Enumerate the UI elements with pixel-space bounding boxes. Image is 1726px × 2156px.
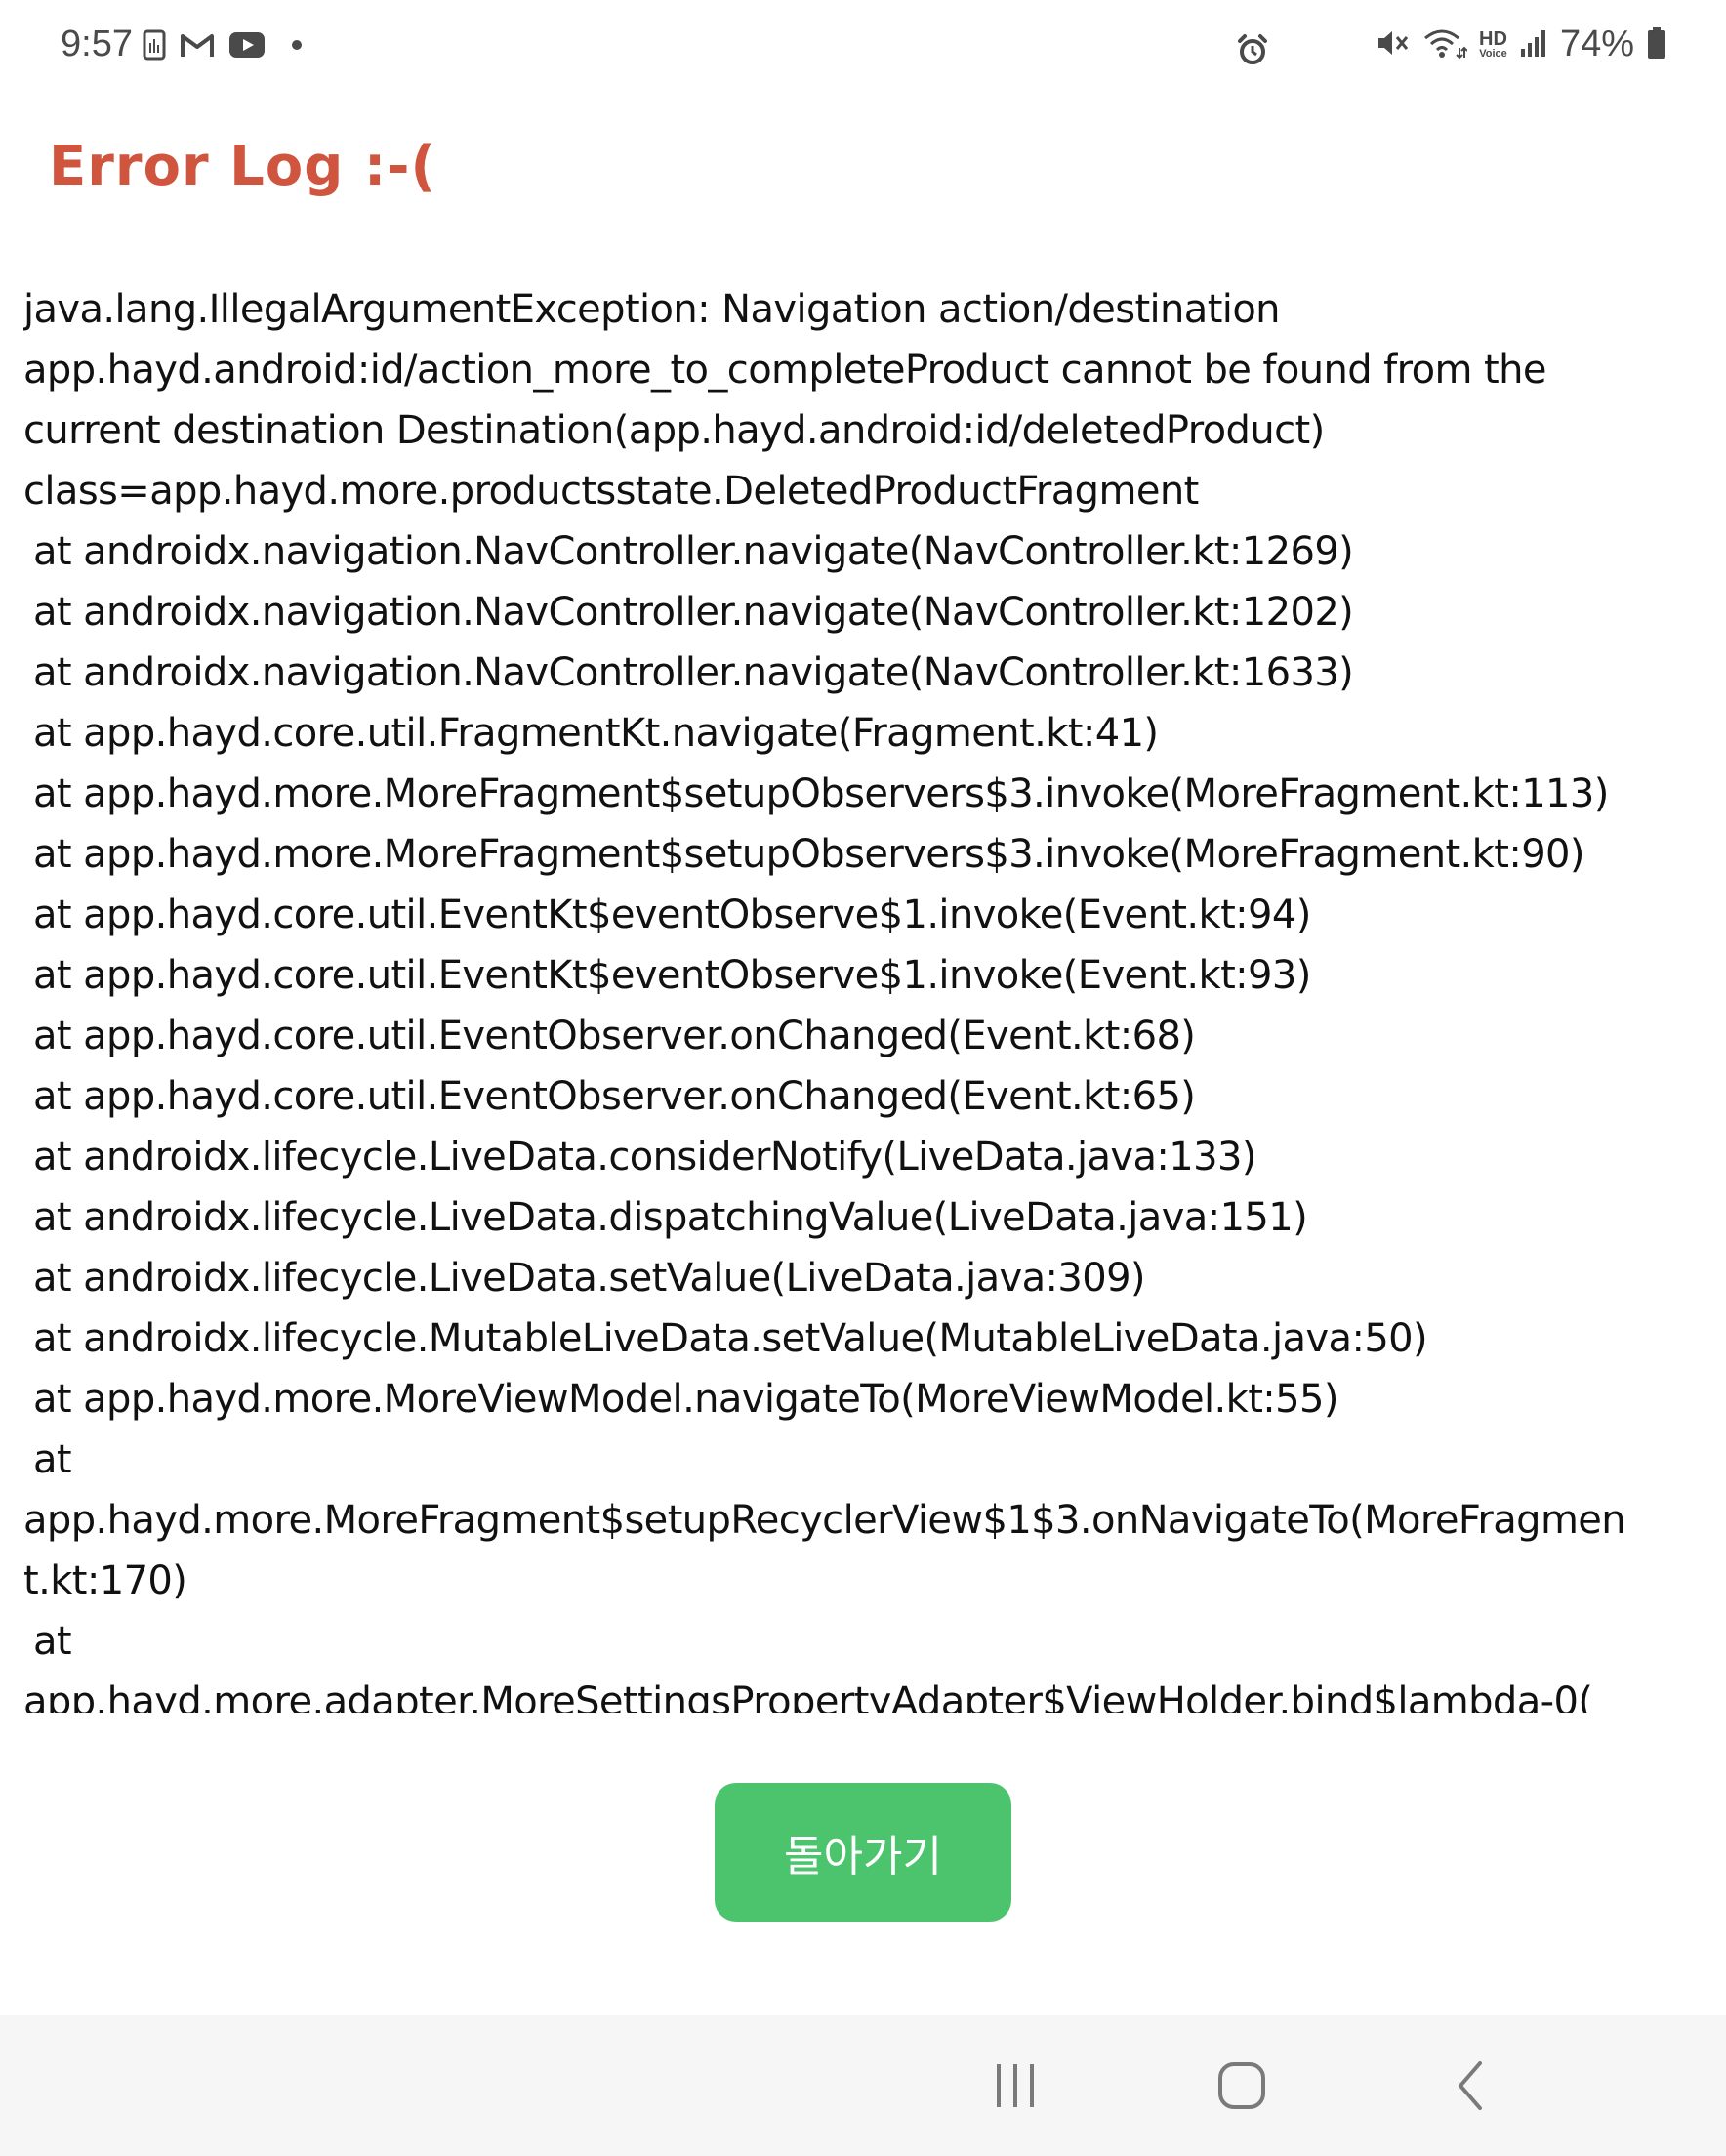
status-bar: 9:57 HD Voice 74%	[0, 0, 1726, 102]
recent-apps-icon	[991, 2062, 1040, 2113]
page-title: Error Log :-(	[49, 135, 437, 198]
status-left-icons	[143, 29, 308, 61]
back-nav-button[interactable]	[1431, 2060, 1509, 2115]
navigation-bar	[0, 2015, 1726, 2156]
hd-voice-icon: HD Voice	[1479, 29, 1507, 60]
home-icon	[1216, 2060, 1267, 2115]
gmail-icon	[180, 31, 215, 59]
log-line: at app.hayd.more.MoreFragment$setupObser…	[33, 771, 1609, 816]
log-line: at androidx.lifecycle.LiveData.considerN…	[33, 1135, 1256, 1180]
youtube-icon	[228, 31, 266, 59]
log-line: at androidx.lifecycle.LiveData.dispatchi…	[33, 1195, 1308, 1240]
log-line: at	[33, 1619, 72, 1664]
hd-label: HD	[1479, 28, 1507, 50]
log-line: at app.hayd.more.MoreViewModel.navigateT…	[33, 1377, 1338, 1422]
home-button[interactable]	[1203, 2060, 1281, 2115]
voice-label: Voice	[1479, 48, 1507, 60]
mute-icon	[1376, 26, 1411, 63]
status-right: HD Voice 74%	[1376, 23, 1667, 65]
log-line: java.lang.IllegalArgumentException: Navi…	[23, 287, 1281, 332]
sim-card-icon	[143, 29, 166, 61]
error-log[interactable]: java.lang.IllegalArgumentException: Navi…	[23, 279, 1706, 1713]
log-line: current destination Destination(app.hayd…	[23, 408, 1325, 453]
log-line: at app.hayd.core.util.EventKt$eventObser…	[33, 953, 1311, 998]
log-line: at app.hayd.core.util.EventKt$eventObser…	[33, 892, 1311, 937]
dot-icon	[279, 31, 308, 59]
wifi-icon	[1422, 26, 1468, 63]
screen: 9:57 HD Voice 74% Error Log:-(java.lan…	[0, 0, 1726, 2156]
log-line: at app.hayd.core.util.EventObserver.onCh…	[33, 1074, 1196, 1119]
battery-percentage: 74%	[1559, 23, 1634, 64]
log-line: at app.hayd.core.util.EventObserver.onCh…	[33, 1014, 1196, 1058]
recent-apps-button[interactable]	[976, 2060, 1054, 2115]
log-line: t.kt:170)	[23, 1558, 187, 1603]
battery-icon	[1646, 26, 1667, 63]
log-line: at androidx.navigation.NavController.nav…	[33, 590, 1354, 635]
log-line: app.hayd.more.MoreFragment$setupRecycler…	[23, 1498, 1626, 1543]
log-line: app.hayd.android:id/action_more_to_compl…	[23, 348, 1546, 393]
log-line: at androidx.navigation.NavController.nav…	[33, 650, 1354, 695]
log-line: at androidx.lifecycle.MutableLiveData.se…	[33, 1316, 1428, 1361]
signal-icon	[1519, 27, 1548, 62]
log-line: at app.hayd.more.MoreFragment$setupObser…	[33, 832, 1585, 877]
log-line: app.hayd.more.adapter.MoreSettingsProper…	[23, 1679, 1593, 1713]
status-time: 9:57	[61, 23, 133, 64]
log-line: at app.hayd.core.util.FragmentKt.navigat…	[33, 711, 1159, 756]
log-line: at androidx.navigation.NavController.nav…	[33, 529, 1354, 574]
log-line: at	[33, 1437, 72, 1482]
back-icon	[1451, 2059, 1490, 2116]
alarm-icon	[1236, 33, 1269, 70]
log-line: at androidx.lifecycle.LiveData.setValue(…	[33, 1256, 1146, 1301]
log-line: class=app.hayd.more.productsstate.Delete…	[23, 469, 1199, 514]
go-back-button[interactable]: 돌아가기	[715, 1783, 1011, 1922]
